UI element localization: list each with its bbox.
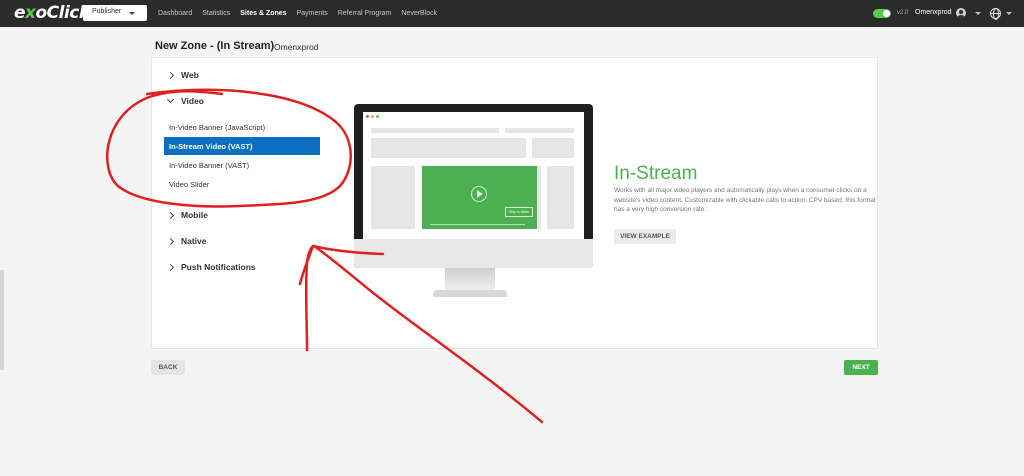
nav-statistics[interactable]: Statistics	[197, 0, 235, 27]
format-in-stream-video-vast[interactable]: In-Stream Video (VAST)	[164, 137, 320, 155]
category-video[interactable]: Video	[166, 95, 204, 106]
nav-referral-program[interactable]: Referral Program	[333, 0, 397, 27]
window-dot	[366, 115, 369, 118]
chevron-down-icon	[166, 95, 175, 104]
window-dot	[371, 115, 374, 118]
monitor-stand	[445, 268, 495, 292]
main-nav: Dashboard Statistics Sites & Zones Payme…	[153, 0, 442, 27]
mock-block	[371, 128, 499, 133]
format-video-slider[interactable]: Video Slider	[164, 175, 320, 193]
globe-icon[interactable]	[990, 8, 1001, 20]
site-name: Omenxprod	[274, 42, 319, 52]
nav-sites-zones[interactable]: Sites & Zones	[235, 0, 291, 27]
monitor-illustration: Skip to video	[354, 104, 593, 268]
mock-block	[532, 138, 574, 158]
chevron-right-icon	[166, 263, 175, 271]
skip-to-video-button: Skip to video	[505, 207, 533, 217]
mock-block	[371, 166, 415, 229]
format-in-video-banner-js[interactable]: In-Video Banner (JavaScript)	[164, 118, 320, 136]
chevron-right-icon	[166, 211, 175, 219]
category-native[interactable]: Native	[166, 236, 207, 246]
top-navbar: exoClick Publisher Dashboard Statistics …	[0, 0, 1024, 27]
exoclick-logo[interactable]: exoClick	[14, 3, 90, 23]
username[interactable]: Omenxprod	[915, 9, 952, 16]
monitor-chin	[354, 239, 593, 268]
play-icon	[471, 186, 487, 202]
account-type-label: Publisher	[92, 8, 122, 15]
next-button[interactable]: NEXT	[844, 360, 878, 375]
nav-dashboard[interactable]: Dashboard	[153, 0, 197, 27]
chevron-right-icon	[166, 71, 175, 79]
version-toggle[interactable]	[873, 9, 891, 18]
format-description: Works with all major video players and a…	[614, 187, 876, 213]
chevron-down-icon	[129, 12, 135, 15]
back-button[interactable]: BACK	[151, 360, 185, 375]
mock-block	[547, 166, 574, 229]
screen-mockup: Skip to video	[363, 112, 584, 239]
category-web[interactable]: Web	[166, 70, 199, 80]
video-progress-bar	[430, 224, 525, 225]
user-avatar-icon[interactable]	[956, 8, 966, 18]
category-mobile[interactable]: Mobile	[166, 210, 208, 220]
account-type-select[interactable]: Publisher	[83, 5, 147, 21]
window-dot	[376, 115, 379, 118]
mock-block	[505, 128, 574, 133]
version-label: v2.0	[897, 10, 909, 16]
mock-block	[371, 138, 526, 158]
page-title: New Zone - (In Stream)	[155, 40, 275, 52]
nav-neverblock[interactable]: NeverBlock	[396, 0, 442, 27]
nav-payments[interactable]: Payments	[292, 0, 333, 27]
video-player-mockup: Skip to video	[422, 166, 537, 229]
chevron-right-icon	[166, 237, 175, 245]
user-menu-chevron-icon[interactable]	[975, 12, 981, 15]
format-in-video-banner-vast[interactable]: In-Video Banner (VAST)	[164, 156, 320, 174]
language-chevron-icon[interactable]	[1006, 12, 1012, 15]
format-title: In-Stream	[614, 163, 698, 184]
monitor-base	[433, 290, 507, 297]
view-example-button[interactable]: VIEW EXAMPLE	[614, 229, 676, 244]
page-scrollbar[interactable]	[0, 270, 4, 370]
category-push-notifications[interactable]: Push Notifications	[166, 262, 256, 272]
